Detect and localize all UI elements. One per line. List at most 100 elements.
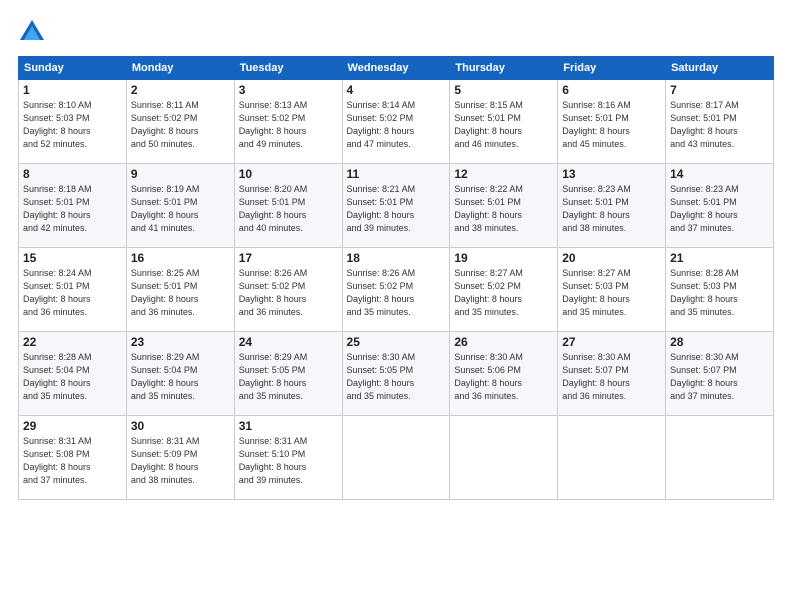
day-info: Sunrise: 8:16 AM Sunset: 5:01 PM Dayligh… [562, 99, 661, 151]
day-number: 19 [454, 251, 553, 265]
day-cell: 15Sunrise: 8:24 AM Sunset: 5:01 PM Dayli… [19, 248, 127, 332]
day-number: 1 [23, 83, 122, 97]
day-number: 20 [562, 251, 661, 265]
day-number: 7 [670, 83, 769, 97]
day-info: Sunrise: 8:29 AM Sunset: 5:04 PM Dayligh… [131, 351, 230, 403]
day-number: 12 [454, 167, 553, 181]
day-info: Sunrise: 8:23 AM Sunset: 5:01 PM Dayligh… [562, 183, 661, 235]
day-cell: 11 Sunrise: 8:21 AM Sunset: 5:01 PM Dayli… [342, 164, 450, 248]
day-cell: 19 Sunrise: 8:27 AM Sunset: 5:02 PM Dayli… [450, 248, 558, 332]
weekday-header-monday: Monday [126, 57, 234, 80]
day-number: 5 [454, 83, 553, 97]
day-number: 24 [239, 335, 338, 349]
day-number: 15 [23, 251, 122, 265]
day-number: 14 [670, 167, 769, 181]
day-info: Sunrise: 8:17 AM Sunset: 5:01 PM Dayligh… [670, 99, 769, 151]
day-info: Sunrise: 8:28 AM Sunset: 5:03 PM Dayligh… [670, 267, 769, 319]
day-cell [666, 416, 774, 500]
day-number: 25 [347, 335, 446, 349]
day-cell: 30 Sunrise: 8:31 AM Sunset: 5:09 PM Dayli… [126, 416, 234, 500]
day-info: Sunrise: 8:15 AM Sunset: 5:01 PM Dayligh… [454, 99, 553, 151]
day-number: 11 [347, 167, 446, 181]
day-cell: 3 Sunrise: 8:13 AM Sunset: 5:02 PM Daylig… [234, 80, 342, 164]
day-number: 8 [23, 167, 122, 181]
day-cell: 1 Sunrise: 8:10 AM Sunset: 5:03 PM Daylig… [19, 80, 127, 164]
week-row-5: 29 Sunrise: 8:31 AM Sunset: 5:08 PM Dayli… [19, 416, 774, 500]
day-number: 29 [23, 419, 122, 433]
day-cell: 14 Sunrise: 8:23 AM Sunset: 5:01 PM Dayli… [666, 164, 774, 248]
day-number: 18 [347, 251, 446, 265]
day-cell: 5 Sunrise: 8:15 AM Sunset: 5:01 PM Daylig… [450, 80, 558, 164]
day-info: Sunrise: 8:19 AM Sunset: 5:01 PM Dayligh… [131, 183, 230, 235]
day-info: Sunrise: 8:27 AM Sunset: 5:03 PM Dayligh… [562, 267, 661, 319]
day-cell [558, 416, 666, 500]
weekday-header-row: SundayMondayTuesdayWednesdayThursdayFrid… [19, 57, 774, 80]
day-cell: 26 Sunrise: 8:30 AM Sunset: 5:06 PM Dayli… [450, 332, 558, 416]
day-cell: 12Sunrise: 8:22 AM Sunset: 5:01 PM Dayli… [450, 164, 558, 248]
day-info: Sunrise: 8:23 AM Sunset: 5:01 PM Dayligh… [670, 183, 769, 235]
day-info: Sunrise: 8:30 AM Sunset: 5:07 PM Dayligh… [670, 351, 769, 403]
day-info: Sunrise: 8:21 AM Sunset: 5:01 PM Dayligh… [347, 183, 446, 235]
day-info: Sunrise: 8:11 AM Sunset: 5:02 PM Dayligh… [131, 99, 230, 151]
day-number: 26 [454, 335, 553, 349]
day-number: 30 [131, 419, 230, 433]
day-cell: 9 Sunrise: 8:19 AM Sunset: 5:01 PM Daylig… [126, 164, 234, 248]
day-number: 17 [239, 251, 338, 265]
day-cell: 13 Sunrise: 8:23 AM Sunset: 5:01 PM Dayli… [558, 164, 666, 248]
day-number: 9 [131, 167, 230, 181]
page-header [18, 18, 774, 46]
week-row-3: 15Sunrise: 8:24 AM Sunset: 5:01 PM Dayli… [19, 248, 774, 332]
day-cell: 20 Sunrise: 8:27 AM Sunset: 5:03 PM Dayli… [558, 248, 666, 332]
week-row-2: 8 Sunrise: 8:18 AM Sunset: 5:01 PM Daylig… [19, 164, 774, 248]
day-number: 6 [562, 83, 661, 97]
day-info: Sunrise: 8:20 AM Sunset: 5:01 PM Dayligh… [239, 183, 338, 235]
calendar-table: SundayMondayTuesdayWednesdayThursdayFrid… [18, 56, 774, 500]
day-info: Sunrise: 8:31 AM Sunset: 5:08 PM Dayligh… [23, 435, 122, 487]
day-number: 23 [131, 335, 230, 349]
day-info: Sunrise: 8:30 AM Sunset: 5:06 PM Dayligh… [454, 351, 553, 403]
day-number: 4 [347, 83, 446, 97]
weekday-header-wednesday: Wednesday [342, 57, 450, 80]
weekday-header-sunday: Sunday [19, 57, 127, 80]
day-info: Sunrise: 8:10 AM Sunset: 5:03 PM Dayligh… [23, 99, 122, 151]
logo [18, 18, 50, 46]
day-info: Sunrise: 8:31 AM Sunset: 5:09 PM Dayligh… [131, 435, 230, 487]
week-row-1: 1 Sunrise: 8:10 AM Sunset: 5:03 PM Daylig… [19, 80, 774, 164]
day-info: Sunrise: 8:27 AM Sunset: 5:02 PM Dayligh… [454, 267, 553, 319]
day-cell: 16 Sunrise: 8:25 AM Sunset: 5:01 PM Dayli… [126, 248, 234, 332]
day-info: Sunrise: 8:30 AM Sunset: 5:05 PM Dayligh… [347, 351, 446, 403]
day-cell: 10 Sunrise: 8:20 AM Sunset: 5:01 PM Dayli… [234, 164, 342, 248]
day-cell: 28 Sunrise: 8:30 AM Sunset: 5:07 PM Dayli… [666, 332, 774, 416]
day-number: 27 [562, 335, 661, 349]
day-cell: 6 Sunrise: 8:16 AM Sunset: 5:01 PM Daylig… [558, 80, 666, 164]
day-number: 22 [23, 335, 122, 349]
day-number: 10 [239, 167, 338, 181]
day-cell [450, 416, 558, 500]
day-cell: 23 Sunrise: 8:29 AM Sunset: 5:04 PM Dayli… [126, 332, 234, 416]
day-cell: 7 Sunrise: 8:17 AM Sunset: 5:01 PM Daylig… [666, 80, 774, 164]
day-number: 16 [131, 251, 230, 265]
week-row-4: 22Sunrise: 8:28 AM Sunset: 5:04 PM Dayli… [19, 332, 774, 416]
day-cell: 25 Sunrise: 8:30 AM Sunset: 5:05 PM Dayli… [342, 332, 450, 416]
day-number: 3 [239, 83, 338, 97]
logo-icon [18, 18, 46, 46]
day-cell: 21 Sunrise: 8:28 AM Sunset: 5:03 PM Dayli… [666, 248, 774, 332]
day-info: Sunrise: 8:25 AM Sunset: 5:01 PM Dayligh… [131, 267, 230, 319]
day-info: Sunrise: 8:30 AM Sunset: 5:07 PM Dayligh… [562, 351, 661, 403]
day-number: 13 [562, 167, 661, 181]
weekday-header-friday: Friday [558, 57, 666, 80]
day-info: Sunrise: 8:14 AM Sunset: 5:02 PM Dayligh… [347, 99, 446, 151]
day-info: Sunrise: 8:13 AM Sunset: 5:02 PM Dayligh… [239, 99, 338, 151]
day-cell: 8 Sunrise: 8:18 AM Sunset: 5:01 PM Daylig… [19, 164, 127, 248]
day-cell: 4 Sunrise: 8:14 AM Sunset: 5:02 PM Daylig… [342, 80, 450, 164]
day-number: 31 [239, 419, 338, 433]
day-cell: 17Sunrise: 8:26 AM Sunset: 5:02 PM Dayli… [234, 248, 342, 332]
day-cell: 18Sunrise: 8:26 AM Sunset: 5:02 PM Dayli… [342, 248, 450, 332]
day-number: 28 [670, 335, 769, 349]
weekday-header-saturday: Saturday [666, 57, 774, 80]
day-number: 21 [670, 251, 769, 265]
day-info: Sunrise: 8:18 AM Sunset: 5:01 PM Dayligh… [23, 183, 122, 235]
weekday-header-thursday: Thursday [450, 57, 558, 80]
day-cell: 29 Sunrise: 8:31 AM Sunset: 5:08 PM Dayli… [19, 416, 127, 500]
day-cell: 24Sunrise: 8:29 AM Sunset: 5:05 PM Dayli… [234, 332, 342, 416]
